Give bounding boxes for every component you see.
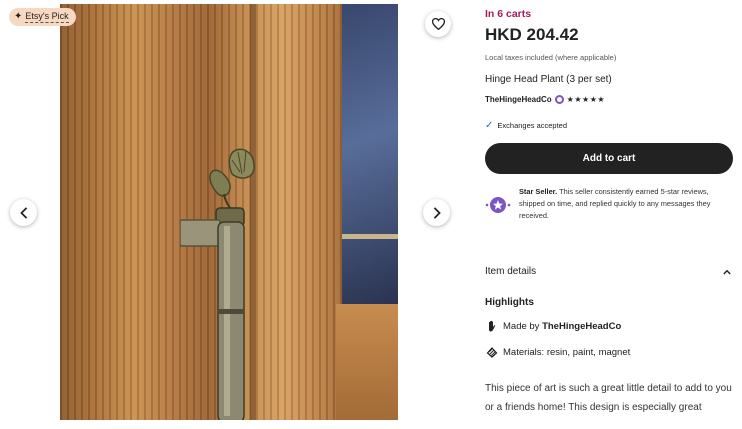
star-seller-info: Star Seller. This seller consistently ea… (485, 186, 735, 222)
chevron-right-icon (433, 206, 441, 219)
window-bar (342, 234, 398, 239)
chevron-up-icon (723, 269, 731, 275)
item-details-toggle[interactable]: Item details (485, 266, 731, 277)
etsys-pick-label: Etsy's Pick (25, 11, 69, 23)
previous-image-button[interactable] (10, 199, 37, 226)
made-by-prefix: Made by (503, 320, 543, 332)
etsys-pick-badge[interactable]: ✦ Etsy's Pick (9, 8, 76, 26)
hinge-plant-figure (180, 148, 255, 420)
favorite-button[interactable] (425, 11, 451, 37)
image-gallery: ✦ Etsy's Pick (0, 0, 470, 429)
star-seller-badge-icon (554, 95, 564, 104)
exchanges-label: Exchanges accepted (497, 121, 568, 130)
star-seller-description: Star Seller. This seller consistently ea… (519, 186, 733, 222)
exchanges-row: ✓ Exchanges accepted (485, 120, 567, 131)
shop-name-link[interactable]: TheHingeHeadCo (485, 95, 552, 104)
star-seller-title: Star Seller. (519, 187, 558, 196)
star-seller-icon (485, 197, 511, 213)
product-photo[interactable] (60, 4, 398, 420)
add-to-cart-button[interactable]: Add to cart (485, 143, 733, 174)
window-sill (336, 304, 398, 420)
materials-row: Materials: resin, paint, magnet (485, 346, 630, 358)
materials-prefix: Materials: (503, 346, 547, 358)
materials-icon (485, 346, 498, 358)
next-image-button[interactable] (423, 199, 450, 226)
highlights-heading: Highlights (485, 297, 534, 308)
chevron-left-icon (19, 206, 27, 219)
hand-icon (485, 320, 498, 332)
price: HKD 204.42 (485, 25, 579, 44)
item-details-label: Item details (485, 266, 537, 277)
listing-description: This piece of art is such a great little… (485, 383, 732, 413)
in-carts-notice: In 6 carts (485, 8, 532, 20)
made-by-row: Made by TheHingeHeadCo (485, 320, 621, 332)
rating-stars[interactable]: ★★★★★ (567, 95, 605, 104)
taxes-note: Local taxes included (where applicable) (485, 53, 617, 62)
shop-info: TheHingeHeadCo ★★★★★ (485, 95, 605, 104)
check-icon: ✓ (485, 120, 494, 131)
window-pane (342, 4, 398, 304)
sparkle-icon: ✦ (14, 11, 23, 22)
listing-title: Hinge Head Plant (3 per set) (485, 74, 612, 85)
materials-value: resin, paint, magnet (546, 346, 631, 358)
heart-icon (431, 18, 445, 30)
made-by-shop-link[interactable]: TheHingeHeadCo (542, 321, 621, 332)
